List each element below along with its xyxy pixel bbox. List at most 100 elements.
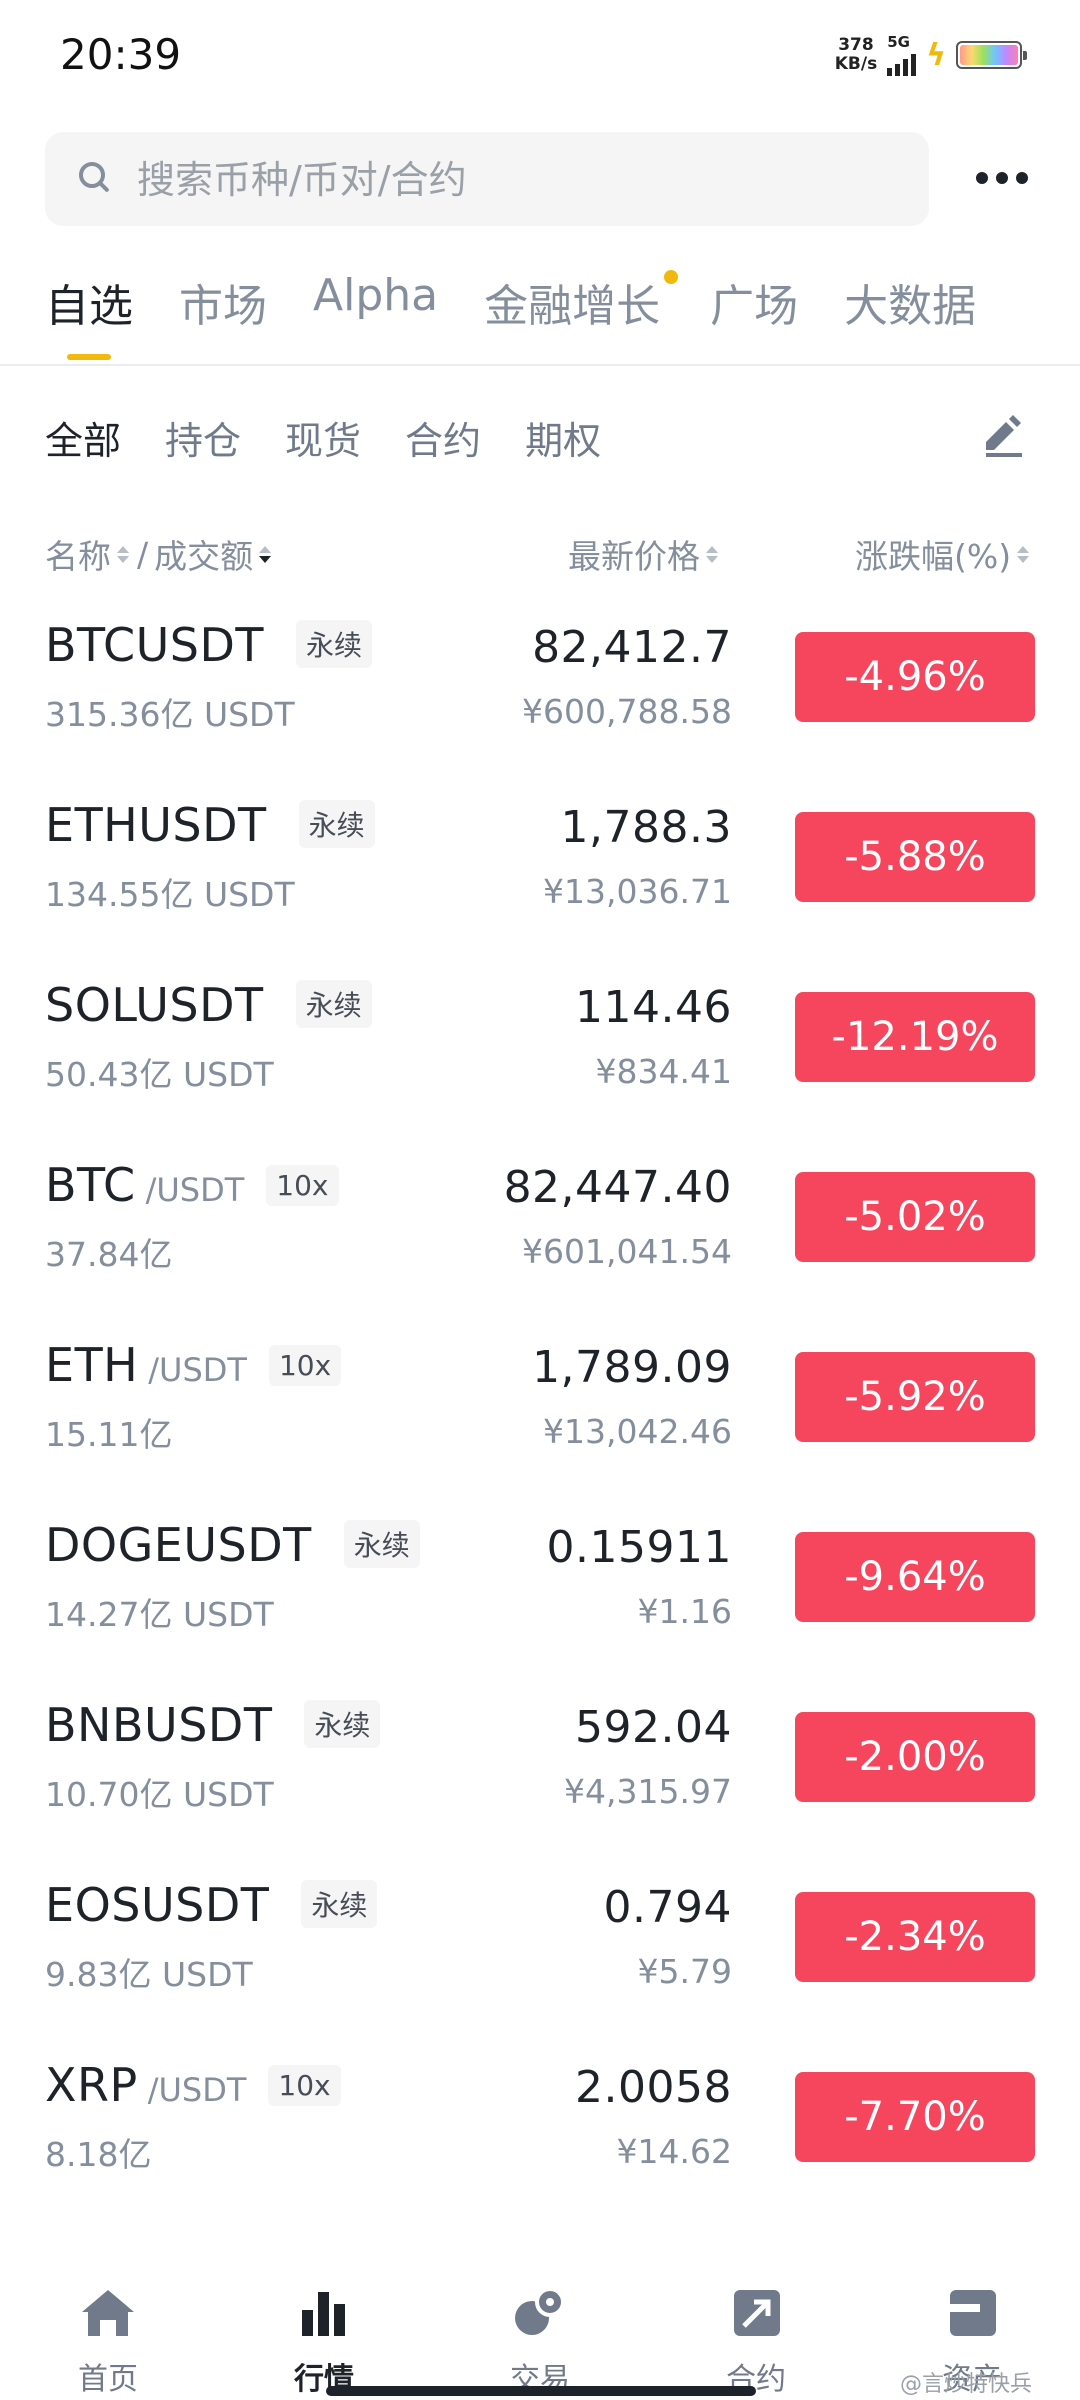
signal-bars-icon [887,50,917,76]
change-badge[interactable]: -4.96% [795,632,1035,722]
volume: 10.70亿 USDT [45,1775,274,1814]
list-item[interactable]: XRP /USDT 10x 8.18亿 2.0058 ¥14.62 -7.70% [0,2040,1080,2220]
notification-dot [664,270,679,284]
last-price: 1,788.3 [560,802,732,853]
sort-icon [1017,545,1030,563]
edit-icon[interactable] [982,414,1026,458]
change-badge[interactable]: -2.00% [795,1712,1035,1802]
tab-alpha[interactable]: Alpha [313,270,438,334]
change-badge[interactable]: -7.70% [795,2072,1035,2162]
home-icon [82,2290,134,2336]
leverage-tag: 10x [268,1345,342,1386]
list-item[interactable]: SOLUSDT 永续 50.43亿 USDT 114.46 ¥834.41 -1… [0,960,1080,1140]
symbol-name: BNBUSDT [45,1698,273,1752]
list-item[interactable]: EOSUSDT 永续 9.83亿 USDT 0.794 ¥5.79 -2.34% [0,1860,1080,2040]
change-badge[interactable]: -2.34% [795,1892,1035,1982]
symbol-cell: BTCUSDT 永续 [45,618,372,674]
more-dot-icon [996,172,1008,184]
divider [0,364,1080,366]
contract-tag: 永续 [304,1700,381,1748]
price-cny: ¥14.62 [616,2132,732,2171]
price-cny: ¥834.41 [595,1052,732,1091]
nav-futures[interactable]: 合约 [648,2270,864,2400]
last-price: 0.15911 [546,1522,732,1573]
nav-markets[interactable]: 行情 [216,2270,432,2400]
search-icon [79,162,105,188]
nav-home[interactable]: 首页 [0,2270,216,2400]
nav-trade[interactable]: 交易 [432,2270,648,2400]
symbol-cell: BNBUSDT 永续 [45,1698,381,1754]
list-item[interactable]: BTCUSDT 永续 315.36亿 USDT 82,412.7 ¥600,78… [0,600,1080,780]
last-price: 2.0058 [575,2062,732,2113]
symbol-quote: /USDT [148,1351,247,1389]
volume: 15.11亿 [45,1415,173,1454]
last-price: 592.04 [575,1702,732,1753]
symbol-quote: /USDT [145,1171,245,1209]
trade-icon [515,2287,565,2335]
search-input[interactable] [135,152,899,208]
contract-tag: 永续 [298,800,375,848]
symbol-cell: BTC /USDT 10x [45,1158,339,1212]
list-item[interactable]: ETH /USDT 10x 15.11亿 1,789.09 ¥13,042.46… [0,1320,1080,1500]
change-badge[interactable]: -5.02% [795,1172,1035,1262]
subtab-all[interactable]: 全部 [45,410,121,465]
market-list: BTCUSDT 永续 315.36亿 USDT 82,412.7 ¥600,78… [0,600,1080,2220]
contract-tag: 永续 [295,980,372,1028]
signal-indicator: 5G [887,33,917,76]
more-menu-button[interactable] [976,160,1032,196]
last-price: 0.794 [603,1882,732,1933]
price-cny: ¥600,788.58 [522,692,732,731]
volume: 134.55亿 USDT [45,875,295,914]
contract-tag: 永续 [343,1520,420,1568]
price-cny: ¥1.16 [637,1592,732,1631]
leverage-tag: 10x [266,1165,339,1206]
column-header-price[interactable]: 最新价格 [568,530,718,578]
more-dot-icon [976,172,988,184]
symbol-name: ETHUSDT [45,798,267,852]
more-dot-icon [1016,172,1028,184]
last-price: 1,789.09 [532,1342,732,1393]
tab-big-data[interactable]: 大数据 [844,270,976,334]
last-price: 82,447.40 [503,1162,732,1213]
tab-favorites[interactable]: 自选 [45,270,133,360]
symbol-cell: EOSUSDT 永续 [45,1878,378,1934]
futures-icon [734,2290,780,2336]
price-cny: ¥13,036.71 [543,872,732,911]
tab-finance-growth[interactable]: 金融增长 [484,270,679,334]
volume: 50.43亿 USDT [45,1055,274,1094]
subtab-futures[interactable]: 合约 [405,410,481,465]
nav-label: 首页 [78,2362,138,2397]
tab-market[interactable]: 市场 [179,270,267,334]
change-badge[interactable]: -12.19% [795,992,1035,1082]
list-item[interactable]: BNBUSDT 永续 10.70亿 USDT 592.04 ¥4,315.97 … [0,1680,1080,1860]
price-cny: ¥601,041.54 [522,1232,732,1271]
home-indicator[interactable] [326,2386,756,2396]
price-cny: ¥13,042.46 [543,1412,732,1451]
network-type: 5G [887,33,910,51]
list-item[interactable]: ETHUSDT 永续 134.55亿 USDT 1,788.3 ¥13,036.… [0,780,1080,960]
symbol-cell: DOGEUSDT 永续 [45,1518,420,1574]
main-tabs: 自选 市场 Alpha 金融增长 广场 大数据 [45,270,976,360]
change-badge[interactable]: -9.64% [795,1532,1035,1622]
subtab-positions[interactable]: 持仓 [165,410,241,465]
markets-icon [302,2292,345,2336]
search-bar[interactable] [45,132,929,226]
contract-tag: 永续 [295,620,372,668]
symbol-cell: XRP /USDT 10x [45,2058,341,2112]
change-badge[interactable]: -5.88% [795,812,1035,902]
sort-icon [117,545,129,563]
column-header-change[interactable]: 涨跌幅(%) [855,530,1030,578]
subtab-options[interactable]: 期权 [525,410,601,465]
symbol-quote: /USDT [147,2071,247,2109]
volume: 315.36亿 USDT [45,695,295,734]
tab-square[interactable]: 广场 [710,270,798,334]
list-item[interactable]: BTC /USDT 10x 37.84亿 82,447.40 ¥601,041.… [0,1140,1080,1320]
subtab-spot[interactable]: 现货 [285,410,361,465]
last-price: 82,412.7 [532,622,732,673]
list-item[interactable]: DOGEUSDT 永续 14.27亿 USDT 0.15911 ¥1.16 -9… [0,1500,1080,1680]
change-badge[interactable]: -5.92% [795,1352,1035,1442]
charging-bolt-icon: ϟ [926,37,946,73]
column-header-name[interactable]: 名称 / 成交额 [45,530,272,578]
symbol-cell: ETHUSDT 永续 [45,798,375,854]
battery-icon [956,41,1027,69]
